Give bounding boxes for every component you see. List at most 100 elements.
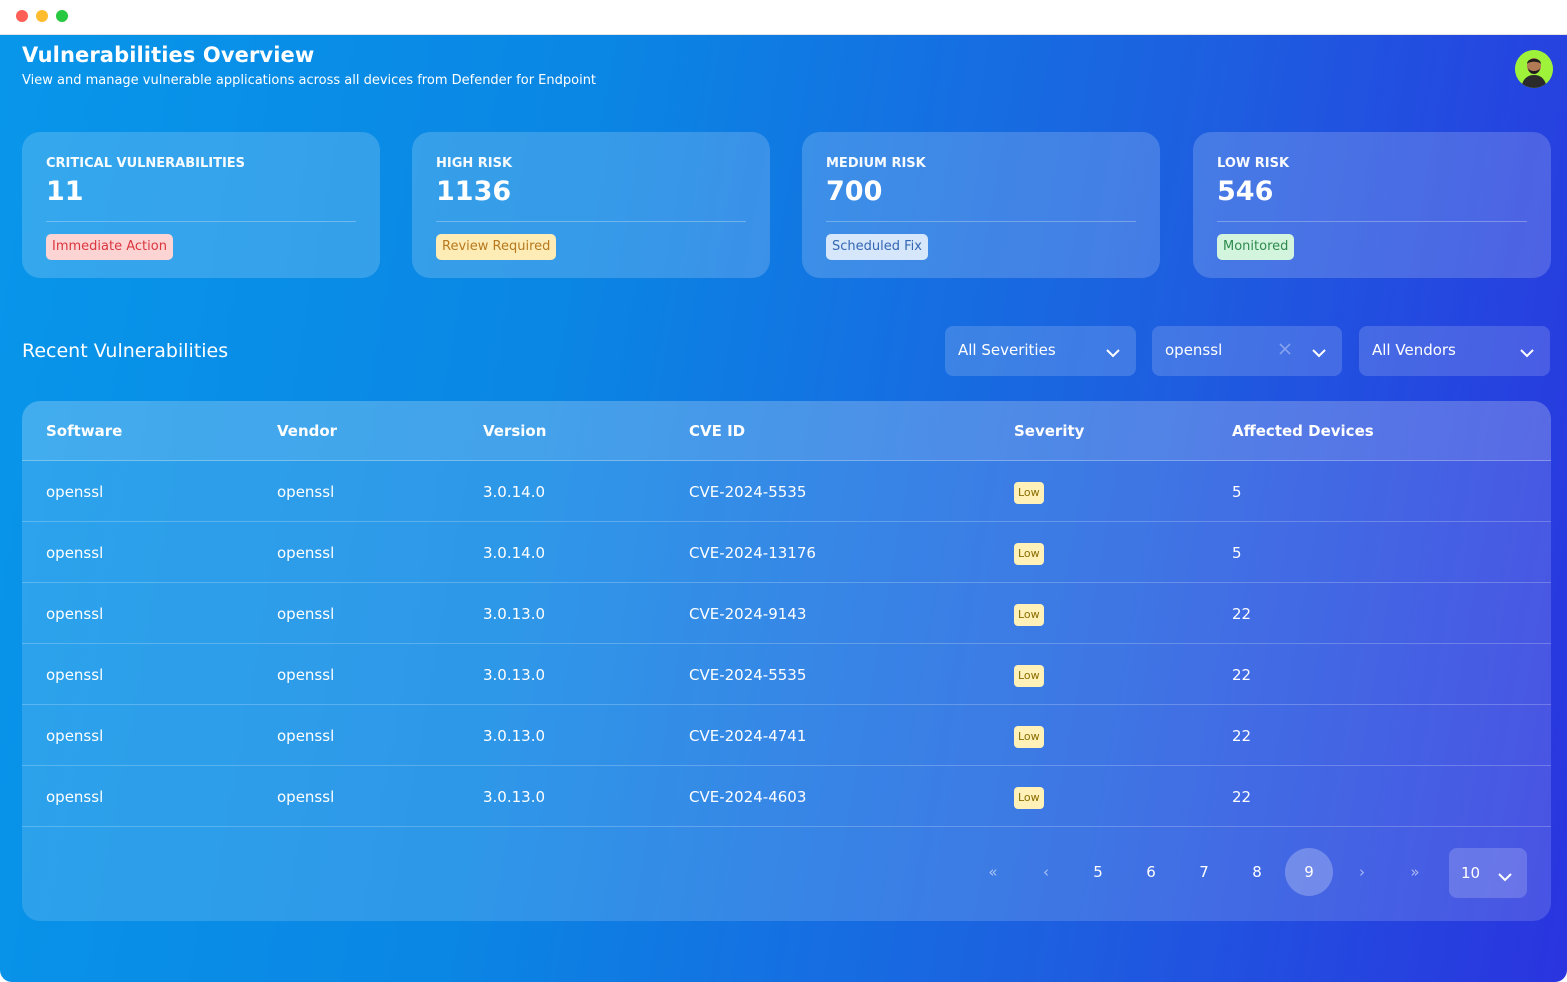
high-risk-card[interactable]: HIGH RISK 1136 Review Required	[412, 132, 770, 278]
low-risk-card[interactable]: LOW RISK 546 Monitored	[1193, 132, 1551, 278]
cell-vendor: openssl	[277, 666, 335, 684]
column-header-software[interactable]: Software	[46, 422, 122, 440]
cell-version: 3.0.13.0	[483, 666, 546, 684]
table-row[interactable]: openssl openssl 3.0.13.0 CVE-2024-9143 L…	[22, 583, 1551, 644]
page-subtitle: View and manage vulnerable applications …	[22, 73, 597, 88]
stat-label: LOW RISK	[1217, 156, 1290, 171]
close-icon[interactable]	[1278, 342, 1292, 360]
first-page-button[interactable]: «	[969, 848, 1017, 896]
cell-vendor: openssl	[277, 605, 335, 623]
divider	[1217, 221, 1527, 222]
status-badge: Scheduled Fix	[826, 234, 928, 260]
severity-badge: Low	[1014, 787, 1044, 809]
status-badge: Monitored	[1217, 234, 1295, 260]
vendor-filter-select[interactable]: All Vendors	[1359, 326, 1550, 376]
stat-label: HIGH RISK	[436, 156, 513, 171]
critical-vulnerabilities-card[interactable]: CRITICAL VULNERABILITIES 11 Immediate Ac…	[22, 132, 380, 278]
severity-badge: Low	[1014, 726, 1044, 748]
cell-affected-devices: 5	[1232, 544, 1242, 562]
cell-cve-id: CVE-2024-13176	[689, 544, 816, 562]
cell-vendor: openssl	[277, 483, 335, 501]
cell-cve-id: CVE-2024-4603	[689, 788, 807, 806]
table-row[interactable]: openssl openssl 3.0.13.0 CVE-2024-4741 L…	[22, 705, 1551, 766]
table-row[interactable]: openssl openssl 3.0.14.0 CVE-2024-5535 L…	[22, 461, 1551, 522]
cell-cve-id: CVE-2024-9143	[689, 605, 807, 623]
column-header-version[interactable]: Version	[483, 422, 546, 440]
software-search-value: openssl	[1165, 341, 1223, 359]
vulnerabilities-app: Vulnerabilities Overview View and manage…	[0, 35, 1567, 982]
cell-version: 3.0.13.0	[483, 788, 546, 806]
software-search-select[interactable]: openssl	[1152, 326, 1342, 376]
chevron-down-icon	[1106, 344, 1120, 362]
chevron-down-icon	[1312, 344, 1326, 362]
minimize-window-button[interactable]	[36, 10, 48, 22]
current-page-button[interactable]: 9	[1285, 848, 1333, 896]
table-header: Software Vendor Version CVE ID Severity …	[22, 401, 1551, 461]
vendor-filter-value: All Vendors	[1372, 341, 1456, 359]
table-row[interactable]: openssl openssl 3.0.14.0 CVE-2024-13176 …	[22, 522, 1551, 583]
stat-value: 546	[1217, 176, 1274, 207]
column-header-affected-devices[interactable]: Affected Devices	[1232, 422, 1374, 440]
next-page-button[interactable]: ›	[1338, 848, 1386, 896]
chevron-down-icon	[1520, 344, 1534, 362]
cell-version: 3.0.14.0	[483, 544, 546, 562]
column-header-severity[interactable]: Severity	[1014, 422, 1084, 440]
status-badge: Immediate Action	[46, 234, 173, 260]
cell-affected-devices: 22	[1232, 605, 1252, 623]
table-row[interactable]: openssl openssl 3.0.13.0 CVE-2024-4603 L…	[22, 766, 1551, 827]
severity-badge: Low	[1014, 604, 1044, 626]
cell-vendor: openssl	[277, 727, 335, 745]
cell-software: openssl	[46, 788, 104, 806]
cell-cve-id: CVE-2024-5535	[689, 666, 807, 684]
page-button[interactable]: 5	[1074, 848, 1122, 896]
column-header-vendor[interactable]: Vendor	[277, 422, 337, 440]
divider	[826, 221, 1136, 222]
column-header-cve-id[interactable]: CVE ID	[689, 422, 745, 440]
cell-vendor: openssl	[277, 788, 335, 806]
cell-affected-devices: 22	[1232, 727, 1252, 745]
cell-cve-id: CVE-2024-5535	[689, 483, 807, 501]
maximize-window-button[interactable]	[56, 10, 68, 22]
page-button[interactable]: 6	[1127, 848, 1175, 896]
cell-cve-id: CVE-2024-4741	[689, 727, 807, 745]
last-page-button[interactable]: »	[1391, 848, 1439, 896]
page-button[interactable]: 7	[1180, 848, 1228, 896]
status-badge: Review Required	[436, 234, 557, 260]
section-title: Recent Vulnerabilities	[22, 340, 229, 362]
severity-badge: Low	[1014, 543, 1044, 565]
page-button[interactable]: 8	[1233, 848, 1281, 896]
severity-filter-select[interactable]: All Severities	[945, 326, 1136, 376]
cell-vendor: openssl	[277, 544, 335, 562]
cell-affected-devices: 22	[1232, 666, 1252, 684]
cell-version: 3.0.13.0	[483, 605, 546, 623]
cell-version: 3.0.13.0	[483, 727, 546, 745]
stat-label: CRITICAL VULNERABILITIES	[46, 156, 246, 171]
medium-risk-card[interactable]: MEDIUM RISK 700 Scheduled Fix	[802, 132, 1160, 278]
severity-badge: Low	[1014, 665, 1044, 687]
avatar-icon	[1515, 50, 1553, 88]
cell-software: openssl	[46, 666, 104, 684]
severity-filter-value: All Severities	[958, 341, 1056, 359]
page-title: Vulnerabilities Overview	[22, 43, 315, 67]
table-row[interactable]: openssl openssl 3.0.13.0 CVE-2024-5535 L…	[22, 644, 1551, 705]
close-window-button[interactable]	[16, 10, 28, 22]
page-size-select[interactable]: 10	[1449, 848, 1527, 898]
cell-software: openssl	[46, 544, 104, 562]
previous-page-button[interactable]: ‹	[1022, 848, 1070, 896]
divider	[46, 221, 356, 222]
chevron-down-icon	[1498, 867, 1512, 886]
severity-badge: Low	[1014, 482, 1044, 504]
user-avatar[interactable]	[1515, 50, 1553, 88]
vulnerabilities-table: Software Vendor Version CVE ID Severity …	[22, 401, 1551, 921]
cell-software: openssl	[46, 483, 104, 501]
stat-value: 11	[46, 176, 84, 207]
cell-software: openssl	[46, 727, 104, 745]
stat-value: 700	[826, 176, 883, 207]
stat-label: MEDIUM RISK	[826, 156, 926, 171]
cell-affected-devices: 22	[1232, 788, 1252, 806]
cell-affected-devices: 5	[1232, 483, 1242, 501]
page-size-value: 10	[1461, 864, 1481, 882]
cell-version: 3.0.14.0	[483, 483, 546, 501]
divider	[436, 221, 746, 222]
window-titlebar	[0, 0, 1567, 35]
